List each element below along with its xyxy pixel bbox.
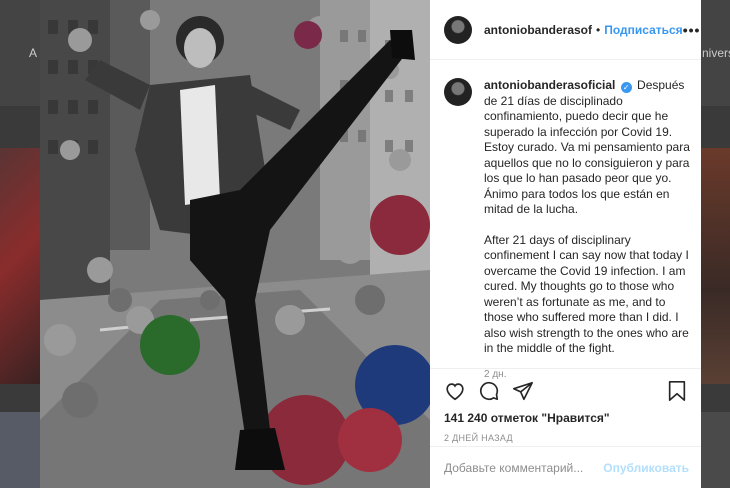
likes-count[interactable]: 141 240 отметок "Нравится"	[444, 411, 687, 425]
post-image	[40, 0, 430, 488]
header-username[interactable]: antoniobanderasof	[484, 23, 592, 37]
comment-input[interactable]	[444, 460, 604, 475]
publish-button[interactable]: Опубликовать	[603, 461, 689, 475]
background-text-right: nivers	[702, 46, 730, 60]
follow-button[interactable]: Подписаться	[604, 23, 682, 37]
post-side-panel: antoniobanderasof • Подписаться ••• anto…	[430, 0, 701, 488]
more-options-icon[interactable]: •••	[683, 22, 701, 38]
caption: antoniobanderasoficial ✓ Después de 21 d…	[444, 78, 694, 382]
background-thumbnail-left[interactable]	[0, 148, 40, 384]
caption-text-es: antoniobanderasoficial ✓ Después de 21 d…	[484, 78, 694, 218]
background-thumbnail-right[interactable]	[701, 148, 730, 384]
paper-plane-icon[interactable]	[512, 380, 534, 402]
caption-english: After 21 days of disciplinary confinemen…	[484, 232, 689, 356]
background-thumbnail-right-bottom[interactable]	[701, 412, 730, 488]
verified-badge-icon: ✓	[620, 82, 632, 93]
caption-body: antoniobanderasoficial ✓ Después de 21 d…	[484, 78, 694, 382]
caption-avatar[interactable]	[444, 78, 472, 106]
comment-form: Опубликовать	[430, 446, 701, 488]
avatar[interactable]	[444, 15, 472, 44]
background-text-left: A	[29, 46, 38, 60]
background-thumbnail-left-bottom[interactable]	[0, 412, 40, 488]
speech-bubble-icon[interactable]	[478, 380, 500, 402]
caption-spanish: Después de 21 días de disciplinado confi…	[484, 78, 690, 216]
post-date[interactable]: 2 ДНЕЙ НАЗАД	[444, 433, 687, 443]
post-actions: 141 240 отметок "Нравится" 2 ДНЕЙ НАЗАД	[430, 368, 701, 443]
post-header: antoniobanderasof • Подписаться •••	[430, 0, 701, 60]
action-icons	[444, 377, 687, 405]
post-photo[interactable]	[40, 0, 430, 488]
bookmark-icon[interactable]	[667, 380, 687, 402]
caption-username[interactable]: antoniobanderasoficial	[484, 78, 615, 92]
heart-icon[interactable]	[444, 380, 466, 402]
header-separator: •	[596, 22, 601, 37]
